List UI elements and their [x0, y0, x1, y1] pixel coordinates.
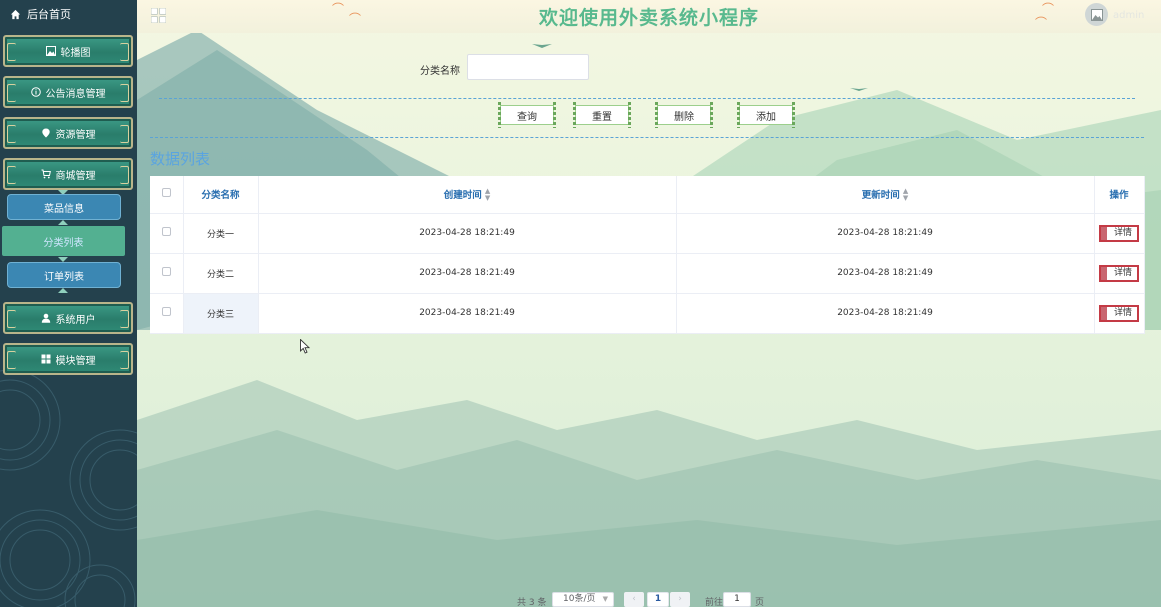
section-title: 数据列表 — [150, 150, 211, 168]
info-circle-icon — [30, 87, 41, 97]
page-number-current[interactable]: 1 — [647, 592, 669, 607]
sidebar-subitem-orders[interactable]: 订单列表 — [7, 262, 121, 288]
username[interactable]: admin — [1113, 10, 1144, 21]
sidebar-subitem-label: 分类列表 — [43, 237, 84, 249]
category-name-cell: 分类二 — [183, 253, 259, 294]
created-time-cell: 2023-04-28 18:21:49 — [258, 253, 677, 294]
location-pin-icon — [41, 128, 50, 138]
sidebar-item-shop[interactable]: 商城管理 — [3, 158, 133, 190]
column-header-label: 操作 — [1109, 190, 1129, 202]
prev-page-button[interactable]: ‹ — [624, 592, 644, 607]
row-checkbox[interactable] — [161, 307, 171, 317]
search-label: 分类名称 — [420, 66, 460, 77]
detail-button[interactable]: 详情 — [1099, 304, 1139, 322]
table-row: 分类三 2023-04-28 18:21:49 2023-04-28 18:21… — [150, 293, 1145, 335]
page-size-value: 10条/页 — [563, 594, 596, 604]
delete-button[interactable]: 删除 — [655, 102, 713, 128]
divider — [150, 137, 1144, 138]
column-header-updated[interactable]: 更新时间 ▲ ▼ — [676, 176, 1095, 214]
next-page-button[interactable]: › — [670, 592, 690, 607]
sidebar-item-label: 系统用户 — [55, 314, 96, 326]
page-suffix-label: 页 — [755, 598, 765, 607]
updated-time-cell: 2023-04-28 18:21:49 — [676, 213, 1095, 254]
chevron-down-icon: ▼ — [602, 595, 608, 603]
add-button[interactable]: 添加 — [737, 102, 795, 128]
sidebar-subitem-label: 订单列表 — [44, 271, 84, 283]
chevron-up-icon — [58, 220, 68, 225]
sidebar-item-label: 公告消息管理 — [45, 88, 106, 100]
row-checkbox[interactable] — [161, 227, 171, 237]
goto-label: 前往 — [705, 598, 724, 607]
column-header-label: 创建时间 — [443, 189, 482, 201]
image-placeholder-icon — [1090, 8, 1103, 21]
column-header-name: 分类名称 — [183, 176, 259, 214]
actions-cell: 详情 — [1094, 213, 1145, 254]
sidebar-home-link[interactable]: 后台首页 — [10, 6, 71, 22]
created-time-cell: 2023-04-28 18:21:49 — [258, 293, 677, 335]
goto-page-input[interactable]: 1 — [723, 592, 751, 607]
select-all-checkbox[interactable] — [161, 188, 171, 198]
sidebar-item-label: 资源管理 — [55, 129, 96, 141]
sidebar-item-label: 商城管理 — [55, 170, 96, 182]
actions-cell: 详情 — [1094, 253, 1145, 294]
home-label: 后台首页 — [27, 8, 71, 21]
column-header-created[interactable]: 创建时间 ▲ ▼ — [258, 176, 677, 214]
sidebar: 后台首页 轮播图 公告消息管理 资源管理 商城管理 菜品信息 分类列表 订单列表… — [0, 0, 137, 607]
sidebar-item-carousel[interactable]: 轮播图 — [3, 35, 133, 67]
sidebar-item-modules[interactable]: 模块管理 — [3, 343, 133, 375]
cart-icon — [41, 169, 51, 179]
sidebar-item-system-users[interactable]: 系统用户 — [3, 302, 133, 334]
category-name-input[interactable] — [467, 54, 589, 80]
row-select-cell — [150, 293, 184, 335]
column-header-label: 更新时间 — [861, 189, 900, 201]
category-name-cell: 分类一 — [183, 213, 259, 254]
page-size-select[interactable]: 10条/页 ▼ — [552, 592, 614, 607]
image-icon — [45, 46, 56, 56]
home-icon — [10, 9, 21, 19]
sort-icon[interactable]: ▲ ▼ — [485, 188, 490, 202]
updated-time-cell: 2023-04-28 18:21:49 — [676, 293, 1095, 335]
row-select-cell — [150, 253, 184, 294]
data-table: 分类名称 创建时间 ▲ ▼ 更新时间 ▲ ▼ 操作 分类一 2023-04-28 18:… — [150, 176, 1145, 335]
sidebar-subitem-label: 菜品信息 — [44, 203, 84, 215]
sidebar-item-label: 轮播图 — [60, 47, 91, 59]
select-all-cell — [150, 176, 184, 214]
main-content: 分类名称 查询 重置 删除 添加 数据列表 分类名称 创建时间 ▲ ▼ 更新时间 ▲ ▼… — [137, 33, 1161, 607]
mouse-cursor-icon — [300, 339, 310, 354]
column-header-actions: 操作 — [1094, 176, 1145, 214]
sidebar-item-announcements[interactable]: 公告消息管理 — [3, 76, 133, 108]
chevron-up-icon — [58, 288, 68, 293]
sort-icon[interactable]: ▲ ▼ — [903, 188, 908, 202]
updated-time-cell: 2023-04-28 18:21:49 — [676, 253, 1095, 294]
query-button[interactable]: 查询 — [498, 102, 556, 128]
table-row: 分类一 2023-04-28 18:21:49 2023-04-28 18:21… — [150, 213, 1145, 254]
grid-icon — [41, 354, 50, 364]
created-time-cell: 2023-04-28 18:21:49 — [258, 213, 677, 254]
header: ⌒ ⌒ ⌒ ⌒ 欢迎使用外卖系统小程序 admin — [137, 0, 1161, 33]
row-select-cell — [150, 213, 184, 254]
detail-button[interactable]: 详情 — [1099, 264, 1139, 282]
user-icon — [41, 313, 50, 323]
pagination-total: 共 3 条 — [517, 598, 547, 607]
column-header-label: 分类名称 — [201, 190, 240, 202]
reset-button[interactable]: 重置 — [573, 102, 631, 128]
actions-cell: 详情 — [1094, 293, 1145, 335]
table-header-row: 分类名称 创建时间 ▲ ▼ 更新时间 ▲ ▼ 操作 — [150, 176, 1145, 214]
page-title: 欢迎使用外卖系统小程序 — [538, 7, 759, 29]
sidebar-subitem-categories[interactable]: 分类列表 — [2, 226, 125, 256]
row-checkbox[interactable] — [161, 267, 171, 277]
sidebar-item-label: 模块管理 — [55, 355, 96, 367]
detail-button[interactable]: 详情 — [1099, 224, 1139, 242]
sidebar-subitem-dishes[interactable]: 菜品信息 — [7, 194, 121, 220]
sidebar-item-resources[interactable]: 资源管理 — [3, 117, 133, 149]
avatar[interactable] — [1085, 3, 1108, 26]
divider — [159, 98, 1135, 99]
category-name-cell: 分类三 — [183, 293, 259, 335]
table-row: 分类二 2023-04-28 18:21:49 2023-04-28 18:21… — [150, 253, 1145, 294]
